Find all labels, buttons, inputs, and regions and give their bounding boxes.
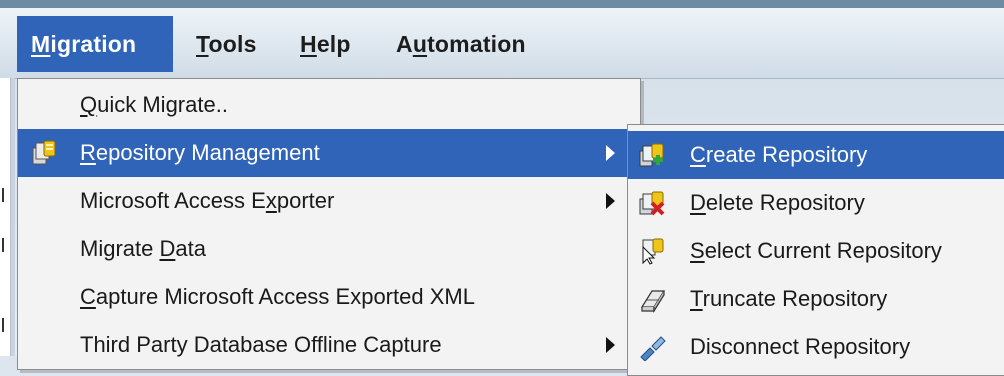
menu-item-delete-repository[interactable]: Delete Repository	[628, 179, 1004, 227]
label-mnemonic: C	[80, 284, 96, 309]
delete-repository-icon	[639, 191, 665, 216]
truncate-repository-icon	[640, 290, 666, 313]
menu-migration-mnemonic: M	[31, 31, 51, 57]
menu-automation-mnemonic: u	[412, 31, 428, 57]
menu-automation-pre: A	[396, 31, 413, 57]
menu-item-label: Third Party Database Offline Capture	[80, 321, 442, 369]
label-mnemonic: S	[690, 238, 705, 263]
menu-item-quick-migrate[interactable]: Quick Migrate..	[18, 81, 640, 129]
menu-item-label: Delete Repository	[690, 179, 865, 227]
repository-management-icon	[32, 140, 56, 165]
menu-item-label: Select Current Repository	[690, 227, 942, 275]
label-mnemonic: x	[265, 188, 277, 213]
menu-item-truncate-repository[interactable]: Truncate Repository	[628, 275, 1004, 323]
menu-migration-post: igration	[50, 31, 137, 57]
menu-migration[interactable]: Migration	[17, 16, 173, 72]
label-mnemonic: T	[690, 286, 703, 311]
submenu-arrow-icon	[606, 145, 615, 161]
migration-dropdown: Quick Migrate.. Repository Management Mi…	[17, 78, 641, 370]
menu-item-label: Migrate Data	[80, 225, 206, 273]
menu-item-select-current-repository[interactable]: Select Current Repository	[628, 227, 1004, 275]
left-panel-tick	[2, 188, 4, 202]
disconnect-repository-icon	[640, 336, 666, 361]
menu-item-disconnect-repository[interactable]: Disconnect Repository	[628, 323, 1004, 371]
menu-item-label: Quick Migrate..	[80, 81, 228, 129]
label-pre: Third Party Database Offline Capture	[80, 332, 442, 357]
label-mnemonic: Q	[80, 92, 98, 117]
menu-item-label: Capture Microsoft Access Exported XML	[80, 273, 475, 321]
label-post: epository Management	[95, 140, 320, 165]
create-repository-icon	[639, 143, 664, 167]
label-mnemonic: C	[690, 142, 706, 167]
menu-tools-mnemonic: T	[196, 31, 209, 57]
label-post: ata	[175, 236, 206, 261]
submenu-arrow-icon	[606, 193, 615, 209]
label-pre: Migrate	[80, 236, 160, 261]
menu-help-mnemonic: H	[300, 31, 317, 57]
label-post: apture Microsoft Access Exported XML	[95, 284, 475, 309]
menu-item-label: Disconnect Repository	[690, 323, 910, 371]
menu-tools[interactable]: Tools	[196, 16, 257, 72]
menu-item-label: Create Repository	[690, 131, 867, 179]
label-pre: Disconnect Repository	[690, 334, 911, 359]
submenu-arrow-icon	[606, 337, 615, 353]
menu-item-migrate-data[interactable]: Migrate Data	[18, 225, 640, 273]
left-panel-edge	[0, 78, 11, 356]
label-post: elect Current Repository	[704, 238, 942, 263]
menu-item-label: Repository Management	[80, 129, 320, 177]
label-mnemonic: D	[690, 190, 706, 215]
label-post: reate Repository	[705, 142, 868, 167]
label-post: uick Migrate..	[97, 92, 228, 117]
left-panel-tick	[2, 318, 4, 332]
label-post: runcate Repository	[702, 286, 888, 311]
menu-item-repository-management[interactable]: Repository Management	[18, 129, 640, 177]
label-pre: Microsoft Access E	[80, 188, 266, 213]
window-top-border	[0, 0, 1004, 8]
menu-item-capture-xml[interactable]: Capture Microsoft Access Exported XML	[18, 273, 640, 321]
label-mnemonic: D	[159, 236, 176, 261]
repository-submenu: Create Repository Delete Repository Sele…	[627, 124, 1004, 376]
label-post: porter	[276, 188, 335, 213]
menu-item-offline-capture[interactable]: Third Party Database Offline Capture	[18, 321, 640, 369]
menu-automation[interactable]: Automation	[396, 16, 526, 72]
menu-item-label: Microsoft Access Exporter	[80, 177, 334, 225]
menu-item-create-repository[interactable]: Create Repository	[628, 131, 1004, 179]
select-repository-icon	[642, 238, 664, 265]
menu-tools-post: ools	[208, 31, 257, 57]
label-mnemonic: R	[80, 140, 96, 165]
menu-item-access-exporter[interactable]: Microsoft Access Exporter	[18, 177, 640, 225]
menu-help-post: elp	[316, 31, 351, 57]
menu-automation-post: tomation	[427, 31, 526, 57]
menu-bar: Migration Tools Help Automation	[0, 8, 1004, 79]
menu-help[interactable]: Help	[300, 16, 351, 72]
label-post: elete Repository	[705, 190, 865, 215]
menu-item-label: Truncate Repository	[690, 275, 887, 323]
left-panel-tick	[2, 238, 4, 252]
panel-divider	[11, 78, 15, 356]
